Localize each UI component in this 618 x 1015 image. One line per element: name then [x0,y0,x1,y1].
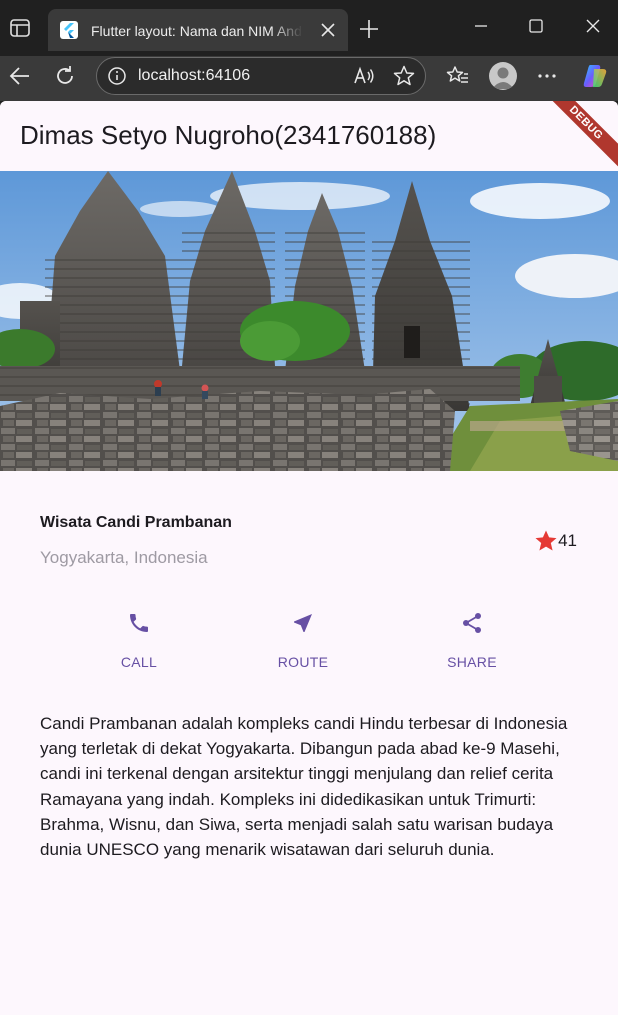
temple-illustration [0,171,618,471]
back-icon[interactable] [8,64,32,88]
address-bar[interactable]: localhost:64106 [96,57,426,95]
browser-toolbar: localhost:64106 [0,56,618,101]
route-button[interactable]: ROUTE [258,611,348,671]
flutter-favicon [60,21,78,39]
hero-image [0,171,618,471]
profile-avatar[interactable] [489,62,517,90]
minimize-icon[interactable] [469,14,493,38]
phone-icon [130,614,148,632]
more-icon[interactable] [535,64,559,88]
window-close-icon[interactable] [581,14,605,38]
share-icon [463,613,481,633]
description-text: Candi Prambanan adalah kompleks candi Hi… [40,714,568,860]
share-label: SHARE [447,654,497,670]
title-section: Wisata Candi Prambanan Yogyakarta, Indon… [40,513,580,573]
route-label: ROUTE [277,654,329,670]
person-icon [492,67,514,89]
refresh-icon[interactable] [53,64,77,88]
copilot-icon[interactable] [581,62,609,90]
rating: 41 [530,529,580,553]
maximize-icon[interactable] [524,14,548,38]
app-bar: Dimas Setyo Nugroho(2341760188) [0,101,618,171]
tab-title: Flutter layout: Nama dan NIM Anda [91,23,303,39]
near-me-icon [294,614,312,632]
page-title: Dimas Setyo Nugroho(2341760188) [20,120,437,150]
browser-tab[interactable]: Flutter layout: Nama dan NIM Anda [48,9,348,51]
call-label: CALL [120,654,158,670]
favorite-star-icon[interactable] [392,64,416,88]
window-menu-icon[interactable] [10,19,30,37]
site-info-icon[interactable] [107,66,127,86]
place-name: Wisata Candi Prambanan [40,514,232,531]
tab-close-icon[interactable] [318,20,338,40]
share-button[interactable]: SHARE [427,611,517,671]
url-text: localhost:64106 [138,67,251,84]
call-button[interactable]: CALL [94,611,184,671]
app-viewport: Dimas Setyo Nugroho(2341760188) DEBUG Wi… [0,101,618,1015]
read-aloud-icon[interactable] [352,64,376,88]
browser-titlebar: Flutter layout: Nama dan NIM Anda [0,0,618,56]
star-icon [535,530,557,551]
rating-count: 41 [558,531,577,550]
place-location: Yogyakarta, Indonesia [40,548,208,567]
favorites-icon[interactable] [446,64,470,88]
new-tab-icon[interactable] [358,18,380,40]
